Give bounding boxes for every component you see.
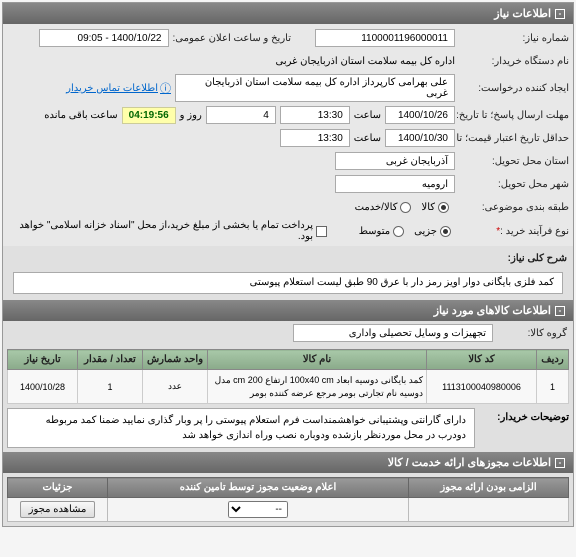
table-row[interactable]: 1 1113100040980006 کمد بایگانی دوسیه ابع… — [8, 370, 569, 404]
col-code: کد کالا — [427, 350, 537, 370]
col-details: جزئیات — [8, 478, 108, 498]
view-permit-button[interactable]: مشاهده مجوز — [20, 501, 96, 518]
radio-goods-label: کالا — [421, 202, 435, 213]
label-remaining: ساعت باقی مانده — [44, 110, 117, 121]
buyer-notes-row: توضیحات خریدار: دارای گارانتی وپشتیبانی … — [7, 408, 569, 448]
need-info-header[interactable]: - اطلاعات نیاز — [3, 3, 573, 24]
value-province: آذربایجان غربی — [335, 152, 455, 170]
items-header[interactable]: - اطلاعات کالاهای مورد نیاز — [3, 300, 573, 321]
value-need-number: 1100001196000011 — [315, 29, 455, 47]
value-countdown-days: 4 — [206, 106, 276, 124]
radio-dot-icon — [440, 226, 451, 237]
radio-medium-label: متوسط — [359, 226, 390, 237]
cell-mandatory — [409, 498, 569, 522]
label-city: شهر محل تحویل: — [459, 179, 569, 190]
label-announce: تاریخ و ساعت اعلان عمومی: — [173, 33, 292, 44]
countdown-timer: 04:19:56 — [122, 107, 176, 124]
permits-title: اطلاعات مجوزهای ارائه خدمت / کالا — [388, 456, 551, 469]
label-deadline: مهلت ارسال پاسخ؛ تا تاریخ: — [459, 110, 569, 121]
radio-medium[interactable]: متوسط — [359, 226, 404, 237]
permits-header[interactable]: - اطلاعات مجوزهای ارائه خدمت / کالا — [3, 452, 573, 473]
payment-note: پرداخت تمام یا بخشی از مبلغ خرید،از محل … — [7, 220, 313, 242]
radio-small[interactable]: جزیی — [414, 226, 451, 237]
col-qty: تعداد / مقدار — [78, 350, 143, 370]
value-deadline-time: 13:30 — [280, 106, 350, 124]
value-buyer-org: اداره کل بیمه سلامت استان اذربایجان غربی — [276, 56, 456, 67]
radio-goods-service-label: کالا/خدمت — [355, 202, 398, 213]
contact-link[interactable]: ⓘ اطلاعات تماس خریدار — [66, 80, 171, 96]
label-category: طبقه بندی موضوعی: — [459, 202, 569, 213]
cell-code: 1113100040980006 — [427, 370, 537, 404]
radio-goods-service[interactable]: کالا/خدمت — [355, 202, 412, 213]
cell-unit: عدد — [143, 370, 208, 404]
value-validity-date: 1400/10/30 — [385, 129, 455, 147]
label-validity: حداقل تاریخ اعتبار قیمت؛ تا تاریخ: — [459, 133, 569, 144]
col-name: نام کالا — [208, 350, 427, 370]
value-requester: علی بهرامی کارپرداز اداره کل بیمه سلامت … — [175, 74, 455, 102]
checkbox-icon — [316, 226, 327, 237]
radio-circle-icon — [400, 202, 411, 213]
label-general-desc: شرح کلی نیاز: — [457, 253, 567, 264]
value-deadline-date: 1400/10/26 — [385, 106, 455, 124]
label-requester: ایجاد کننده درخواست: — [459, 83, 569, 94]
items-title: اطلاعات کالاهای مورد نیاز — [434, 304, 551, 317]
radio-goods[interactable]: کالا — [421, 202, 449, 213]
cell-row: 1 — [537, 370, 569, 404]
items-table: ردیف کد کالا نام کالا واحد شمارش تعداد /… — [7, 349, 569, 404]
cell-name: کمد بایگانی دوسیه ابعاد 100x40 cm ارتفاع… — [208, 370, 427, 404]
permit-row: -- مشاهده مجوز — [8, 498, 569, 522]
checkbox-treasury[interactable]: پرداخت تمام یا بخشی از مبلغ خرید،از محل … — [7, 220, 327, 242]
label-hour2: ساعت — [354, 133, 381, 144]
label-need-number: شماره نیاز: — [459, 33, 569, 44]
value-city: ارومیه — [335, 175, 455, 193]
label-day-and: روز و — [180, 110, 202, 121]
need-info-panel: - اطلاعات نیاز شماره نیاز: 1100001196000… — [2, 2, 574, 527]
radio-circle-icon — [393, 226, 404, 237]
col-unit: واحد شمارش — [143, 350, 208, 370]
collapse-icon: - — [555, 9, 565, 19]
status-select[interactable]: -- — [228, 501, 288, 518]
label-purchase-type: نوع فرآیند خرید :* — [461, 226, 569, 237]
col-row: ردیف — [537, 350, 569, 370]
contact-label: اطلاعات تماس خریدار — [66, 83, 158, 94]
value-validity-time: 13:30 — [280, 129, 350, 147]
general-desc-box: کمد فلزی بایگانی دوار اویز رمز دار با عر… — [13, 272, 563, 294]
label-buyer-notes: توضیحات خریدار: — [479, 408, 569, 423]
value-announce: 1400/10/22 - 09:05 — [39, 29, 169, 47]
permit-table: الزامی بودن ارائه مجوز اعلام وضعیت مجوز … — [7, 477, 569, 522]
label-product-group: گروه کالا: — [497, 328, 567, 339]
cell-details: مشاهده مجوز — [8, 498, 108, 522]
value-product-group: تجهیزات و وسایل تحصیلی واداری — [293, 324, 493, 342]
radio-small-label: جزیی — [414, 226, 437, 237]
info-form: شماره نیاز: 1100001196000011 تاریخ و ساع… — [3, 24, 573, 246]
section-title: اطلاعات نیاز — [494, 7, 551, 20]
col-mandatory: الزامی بودن ارائه مجوز — [409, 478, 569, 498]
cell-qty: 1 — [78, 370, 143, 404]
label-province: استان محل تحویل: — [459, 156, 569, 167]
info-icon: ⓘ — [160, 80, 171, 96]
col-status: اعلام وضعیت مجوز توسط تامین کننده — [108, 478, 409, 498]
cell-status: -- — [108, 498, 409, 522]
col-date: تاریخ نیاز — [8, 350, 78, 370]
buyer-notes-text: دارای گارانتی وپشتیبانی خواهشمنداست فرم … — [7, 408, 475, 448]
collapse-icon: - — [555, 306, 565, 316]
label-hour1: ساعت — [354, 110, 381, 121]
collapse-icon: - — [555, 458, 565, 468]
cell-date: 1400/10/28 — [8, 370, 78, 404]
radio-dot-icon — [438, 202, 449, 213]
label-buyer-org: نام دستگاه خریدار: — [459, 56, 569, 67]
